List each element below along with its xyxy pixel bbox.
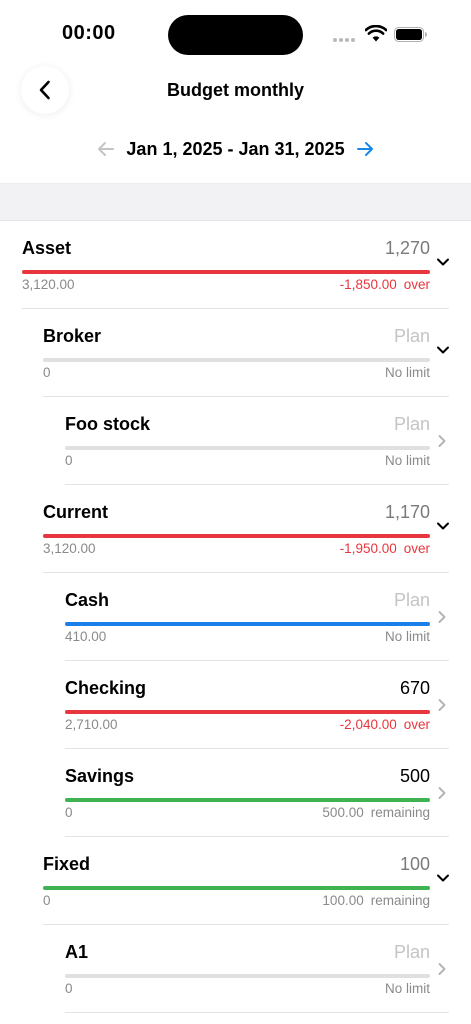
date-range-navigator: Jan 1, 2025 - Jan 31, 2025 [0, 136, 471, 162]
row-amount: 1,270 [384, 238, 430, 258]
budget-row-savings[interactable]: Savings 500 0 500.00 remaining [0, 749, 471, 837]
row-amount: 500 [399, 766, 430, 786]
row-name: A1 [65, 942, 89, 962]
chevron-right-icon[interactable] [435, 962, 449, 976]
row-balance: -1,850.00 over [340, 277, 430, 292]
row-balance-status: No limit [384, 453, 430, 468]
budget-list: Asset 1,270 3,120.00 -1,850.00 over Broker Pla… [0, 221, 471, 1013]
row-actual: 0 [65, 981, 73, 996]
progress-bar [22, 270, 430, 274]
row-balance-value: -1,950.00 [339, 541, 397, 556]
row-balance-value: -1,850.00 [339, 277, 397, 292]
progress-bar [65, 446, 430, 450]
progress-bar [43, 886, 430, 890]
row-name: Broker [43, 326, 102, 346]
row-actual: 0 [43, 365, 51, 380]
chevron-down-icon[interactable] [436, 255, 450, 269]
page-title: Budget monthly [167, 80, 304, 100]
row-actual: 3,120.00 [22, 277, 75, 292]
wifi-icon [365, 25, 387, 42]
row-balance-status: over [403, 277, 430, 292]
budget-row-asset[interactable]: Asset 1,270 3,120.00 -1,850.00 over [0, 221, 471, 309]
row-amount: Plan [393, 414, 430, 434]
row-balance: No limit [385, 365, 430, 380]
previous-period-arrow-icon[interactable] [96, 139, 116, 159]
row-balance-value: 100.00 [322, 893, 364, 908]
row-actual: 410.00 [65, 629, 107, 644]
chevron-right-icon[interactable] [435, 434, 449, 448]
row-balance-status: over [403, 541, 430, 556]
chevron-down-icon[interactable] [436, 519, 450, 533]
row-balance: -1,950.00 over [340, 541, 430, 556]
row-balance-status: No limit [384, 981, 430, 996]
chevron-right-icon[interactable] [435, 610, 449, 624]
section-divider [0, 183, 471, 221]
progress-bar [65, 974, 430, 978]
row-balance-value: -2,040.00 [339, 717, 397, 732]
budget-row-checking[interactable]: Checking 670 2,710.00 -2,040.00 over [0, 661, 471, 749]
row-balance-status: No limit [384, 365, 430, 380]
dynamic-island [168, 15, 303, 55]
budget-row-current[interactable]: Current 1,170 3,120.00 -1,950.00 over [0, 485, 471, 573]
row-balance-status: No limit [384, 629, 430, 644]
row-name: Cash [65, 590, 110, 610]
row-name: Asset [22, 238, 72, 258]
chevron-right-icon[interactable] [435, 786, 449, 800]
next-period-arrow-icon[interactable] [355, 139, 375, 159]
row-actual: 2,710.00 [65, 717, 118, 732]
budget-row-fixed[interactable]: Fixed 100 0 100.00 remaining [0, 837, 471, 925]
row-name: Checking [65, 678, 147, 698]
progress-bar [43, 358, 430, 362]
progress-bar [43, 534, 430, 538]
row-balance-status: over [403, 717, 430, 732]
row-actual: 0 [65, 805, 73, 820]
row-balance: 100.00 remaining [322, 893, 430, 908]
row-balance: No limit [385, 981, 430, 996]
budget-row-foo-stock[interactable]: Foo stock Plan 0 No limit [0, 397, 471, 485]
row-amount: 1,170 [384, 502, 430, 522]
row-balance-value: 500.00 [322, 805, 364, 820]
status-time: 00:00 [62, 22, 116, 44]
chevron-down-icon[interactable] [436, 871, 450, 885]
date-range-label: Jan 1, 2025 - Jan 31, 2025 [126, 138, 345, 159]
battery-icon [394, 27, 427, 42]
row-balance-status: remaining [370, 893, 430, 908]
row-amount: Plan [393, 942, 430, 962]
progress-bar [65, 710, 430, 714]
row-name: Foo stock [65, 414, 151, 434]
row-balance: No limit [385, 453, 430, 468]
row-balance: -2,040.00 over [340, 717, 430, 732]
row-amount: Plan [393, 590, 430, 610]
cellular-signal-icon [333, 38, 357, 43]
row-name: Fixed [43, 854, 91, 874]
progress-bar [65, 622, 430, 626]
status-bar: 00:00 [0, 0, 471, 62]
budget-row-broker[interactable]: Broker Plan 0 No limit [0, 309, 471, 397]
row-balance: 500.00 remaining [322, 805, 430, 820]
progress-bar [65, 798, 430, 802]
row-name: Current [43, 502, 109, 522]
row-amount: 670 [399, 678, 430, 698]
chevron-down-icon[interactable] [436, 343, 450, 357]
budget-row-cash[interactable]: Cash Plan 410.00 No limit [0, 573, 471, 661]
budget-row-a1[interactable]: A1 Plan 0 No limit [0, 925, 471, 1013]
chevron-right-icon[interactable] [435, 698, 449, 712]
row-name: Savings [65, 766, 135, 786]
row-actual: 0 [43, 893, 51, 908]
row-amount: 100 [399, 854, 430, 874]
row-separator [65, 1012, 449, 1013]
row-actual: 0 [65, 453, 73, 468]
row-amount: Plan [393, 326, 430, 346]
row-balance: No limit [385, 629, 430, 644]
row-actual: 3,120.00 [43, 541, 96, 556]
row-balance-status: remaining [370, 805, 430, 820]
